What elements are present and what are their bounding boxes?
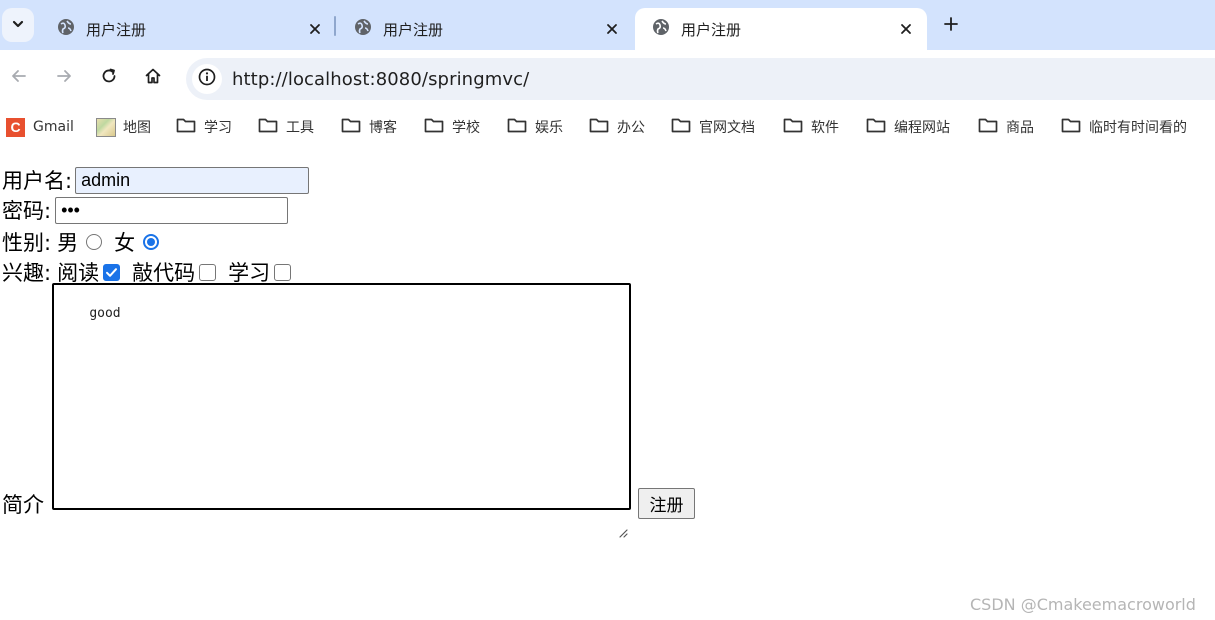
back-button[interactable]	[7, 66, 31, 90]
site-info-button[interactable]	[192, 64, 222, 94]
bookmark-label: 娱乐	[535, 120, 563, 136]
folder-icon	[341, 117, 361, 137]
bookmark-label: 官网文档	[699, 120, 755, 136]
forward-button[interactable]	[52, 66, 76, 90]
tab-1[interactable]: 用户注册	[40, 8, 336, 50]
gender-male-radio[interactable]	[86, 234, 103, 250]
bookmark-label: 软件	[811, 120, 839, 136]
bookmark-folder[interactable]: 娱乐	[507, 116, 563, 138]
tab-separator	[334, 16, 336, 36]
hobby-reading-checkbox[interactable]	[103, 263, 121, 281]
bookmark-folder[interactable]: 学习	[176, 116, 232, 138]
gender-female-radio[interactable]	[143, 234, 160, 250]
tab-2[interactable]: 用户注册	[337, 8, 633, 50]
checkmark-icon	[106, 267, 118, 277]
folder-icon	[176, 117, 196, 137]
hobby-coding-checkbox[interactable]	[199, 263, 217, 281]
gender-row: 性别: 男 女	[2, 227, 163, 257]
bookmark-label: 学校	[452, 120, 480, 136]
tab-title: 用户注册	[383, 20, 444, 39]
tab-strip: 用户注册 用户注册 用户注册	[0, 0, 1215, 50]
chevron-down-icon	[11, 16, 25, 35]
bookmark-folder[interactable]: 官网文档	[671, 116, 755, 138]
close-tab-icon[interactable]	[306, 20, 324, 38]
bookmark-label: 办公	[617, 120, 645, 136]
url-text[interactable]: http://localhost:8080/springmvc/	[232, 69, 529, 90]
home-button[interactable]	[141, 66, 165, 90]
home-icon	[144, 67, 162, 89]
bookmark-folder[interactable]: 学校	[424, 116, 480, 138]
map-icon	[96, 117, 116, 137]
username-label: 用户名:	[2, 169, 73, 193]
page-content: 用户名: 密码: 性别: 男 女 兴趣: 阅读 敲代码 学习 good 简介 注…	[0, 145, 1215, 620]
bookmark-folder[interactable]: 工具	[258, 116, 314, 138]
resize-handle-icon[interactable]	[618, 497, 628, 538]
bookmark-label: 商品	[1006, 120, 1034, 136]
folder-icon	[671, 117, 691, 137]
plus-icon	[943, 16, 959, 36]
gmail-icon: C	[6, 117, 25, 137]
browser-toolbar: http://localhost:8080/springmvc/	[0, 50, 1215, 107]
close-tab-icon[interactable]	[603, 20, 621, 38]
bookmark-label: Gmail	[33, 119, 74, 135]
bookmark-map[interactable]: 地图	[96, 116, 151, 138]
arrow-left-icon	[10, 67, 28, 89]
folder-icon	[589, 117, 609, 137]
password-input[interactable]	[55, 196, 289, 224]
register-button[interactable]: 注册	[638, 488, 695, 519]
globe-icon	[652, 18, 670, 40]
hobby-study-checkbox[interactable]	[274, 263, 292, 281]
intro-textarea[interactable]: good	[52, 283, 631, 538]
folder-icon	[978, 117, 998, 137]
password-row: 密码:	[2, 195, 289, 225]
bookmark-folder[interactable]: 临时有时间看的	[1061, 116, 1187, 138]
password-label: 密码:	[2, 199, 52, 223]
bookmark-folder[interactable]: 编程网站	[866, 116, 950, 138]
bookmark-label: 地图	[123, 120, 151, 136]
folder-icon	[258, 117, 278, 137]
globe-icon	[354, 18, 372, 40]
intro-text: good	[89, 306, 121, 321]
folder-icon	[866, 117, 886, 137]
tab-3-active[interactable]: 用户注册	[635, 8, 927, 50]
address-bar[interactable]: http://localhost:8080/springmvc/	[186, 58, 1215, 100]
tab-title: 用户注册	[86, 20, 147, 39]
tab-title: 用户注册	[681, 20, 742, 39]
username-row: 用户名:	[2, 165, 310, 195]
globe-icon	[57, 18, 75, 40]
close-tab-icon[interactable]	[897, 20, 915, 38]
intro-label: 简介	[2, 493, 44, 517]
bookmark-gmail[interactable]: C Gmail	[6, 116, 74, 138]
bookmark-label: 编程网站	[894, 120, 950, 136]
watermark: CSDN @Cmakeemacroworld	[970, 595, 1196, 614]
gender-label: 性别:	[2, 231, 52, 255]
bookmarks-bar: C Gmail 地图 学习 工具 博客 学校 娱乐 办公 官网文档 软件 编程网站 商品 临时有时间…	[0, 107, 1215, 145]
username-input[interactable]	[75, 166, 310, 194]
arrow-right-icon	[55, 67, 73, 89]
folder-icon	[507, 117, 527, 137]
reload-button[interactable]	[97, 66, 121, 90]
info-icon	[198, 68, 216, 90]
reload-icon	[100, 67, 118, 89]
bookmark-label: 博客	[369, 120, 397, 136]
gender-male-label: 男	[57, 231, 79, 255]
bookmark-folder[interactable]: 软件	[783, 116, 839, 138]
folder-icon	[783, 117, 803, 137]
tab-search-button[interactable]	[2, 8, 34, 42]
folder-icon	[424, 117, 444, 137]
hobby-label: 兴趣:	[2, 261, 52, 285]
gender-female-label: 女	[114, 231, 136, 255]
bookmark-folder[interactable]: 博客	[341, 116, 397, 138]
bookmark-folder[interactable]: 商品	[978, 116, 1034, 138]
folder-icon	[1061, 117, 1081, 137]
bookmark-label: 临时有时间看的	[1089, 120, 1187, 136]
bookmark-label: 工具	[286, 120, 314, 136]
new-tab-button[interactable]	[939, 14, 963, 38]
bookmark-label: 学习	[204, 120, 232, 136]
bookmark-folder[interactable]: 办公	[589, 116, 645, 138]
